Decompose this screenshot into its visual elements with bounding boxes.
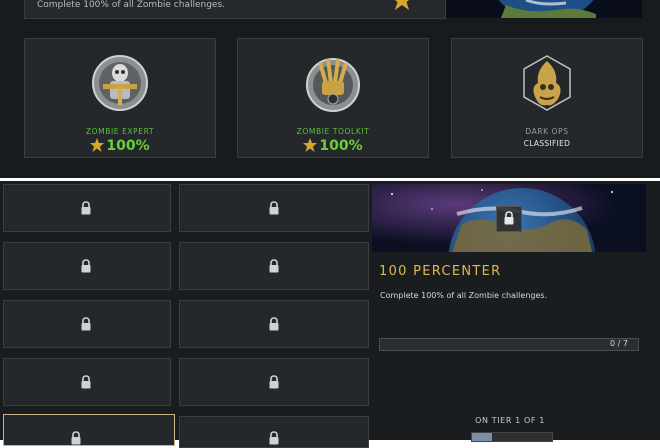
challenge-banner[interactable]: Complete 100% of all Zombie challenges. xyxy=(24,0,446,19)
challenge-progress-bar xyxy=(379,338,639,351)
card-name: ZOMBIE EXPERT xyxy=(85,127,155,136)
challenge-description: Complete 100% of all Zombie challenges. xyxy=(380,291,548,300)
card-progress: 100% xyxy=(25,138,215,154)
card-percent: 100% xyxy=(106,138,150,154)
earth-image xyxy=(446,0,642,18)
lock-icon xyxy=(81,201,91,215)
card-progress: 100% xyxy=(238,138,428,154)
lock-icon xyxy=(269,375,279,389)
locked-challenge-tile[interactable] xyxy=(3,358,171,406)
locked-challenge-tile[interactable] xyxy=(3,300,171,348)
skull-soldier-emblem-icon xyxy=(92,55,148,111)
lock-icon xyxy=(269,317,279,331)
star-icon xyxy=(90,138,105,152)
locked-challenge-tile[interactable] xyxy=(179,416,369,448)
star-icon xyxy=(303,138,318,152)
selected-challenge-tile[interactable] xyxy=(3,414,175,446)
zombie-expert-card[interactable]: ZOMBIE EXPERT 100% xyxy=(24,38,216,158)
locked-challenge-tile[interactable] xyxy=(179,358,369,406)
card-percent: 100% xyxy=(319,138,363,154)
dark-ops-emblem-icon xyxy=(523,55,571,111)
challenge-title: 100 PERCENTER xyxy=(379,264,502,279)
completed-challenges-panel: Complete 100% of all Zombie challenges. … xyxy=(0,0,660,178)
lock-icon xyxy=(81,259,91,273)
lock-icon xyxy=(269,201,279,215)
dark-ops-card[interactable]: DARK OPS CLASSIFIED xyxy=(451,38,643,158)
tier-label: ON TIER 1 OF 1 xyxy=(475,416,545,425)
star-icon xyxy=(394,0,410,10)
lock-icon xyxy=(71,431,81,445)
card-name: DARK OPS xyxy=(525,127,569,136)
tier-indicator xyxy=(471,432,553,442)
zombie-toolkit-card[interactable]: ZOMBIE TOOLKIT 100% xyxy=(237,38,429,158)
locked-challenge-tile[interactable] xyxy=(179,184,369,232)
lock-icon xyxy=(81,375,91,389)
toolkit-emblem-icon xyxy=(306,58,360,112)
locked-challenge-tile[interactable] xyxy=(179,242,369,290)
locked-challenge-tile[interactable] xyxy=(179,300,369,348)
lock-icon xyxy=(504,211,514,225)
lock-icon xyxy=(269,431,279,445)
lock-icon xyxy=(81,317,91,331)
card-status: CLASSIFIED xyxy=(523,139,571,148)
locked-challenge-tile[interactable] xyxy=(3,184,171,232)
banner-description: Complete 100% of all Zombie challenges. xyxy=(37,0,225,10)
progress-count: 0 / 7 xyxy=(610,339,628,348)
card-name: ZOMBIE TOOLKIT xyxy=(296,127,370,136)
lock-icon xyxy=(269,259,279,273)
preview-lock-badge xyxy=(496,206,522,232)
locked-challenge-tile[interactable] xyxy=(3,242,171,290)
